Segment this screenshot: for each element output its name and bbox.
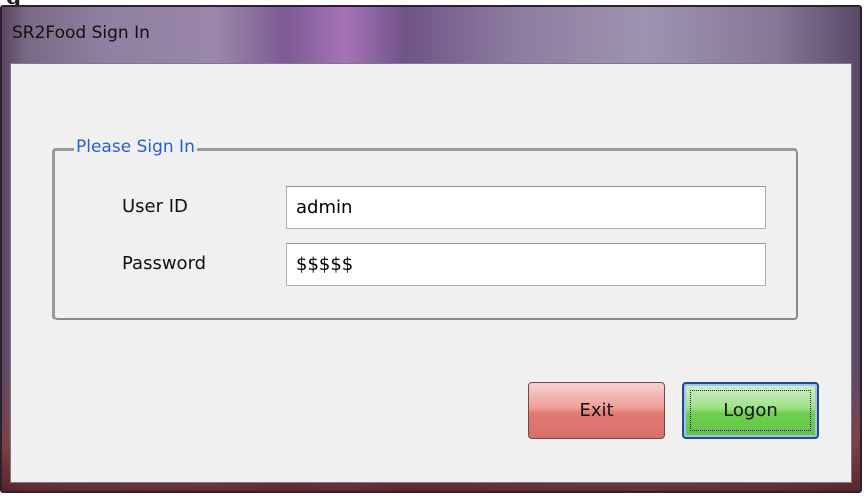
sign-in-groupbox: [52, 148, 798, 320]
window-title: SR2Food Sign In: [12, 23, 150, 43]
user-id-input[interactable]: [286, 186, 766, 229]
groupbox-legend: Please Sign In: [74, 137, 197, 157]
password-input[interactable]: [286, 243, 766, 286]
user-id-label: User ID: [122, 196, 188, 217]
logon-button-label: Logon: [723, 400, 778, 421]
logon-button[interactable]: Logon: [682, 382, 819, 439]
exit-button[interactable]: Exit: [528, 382, 665, 439]
title-bar[interactable]: SR2Food Sign In: [2, 7, 860, 63]
screenshot-stage: g SR2Food Sign In Please Sign In User ID…: [0, 0, 866, 496]
password-label: Password: [122, 253, 207, 274]
exit-button-label: Exit: [579, 400, 614, 421]
